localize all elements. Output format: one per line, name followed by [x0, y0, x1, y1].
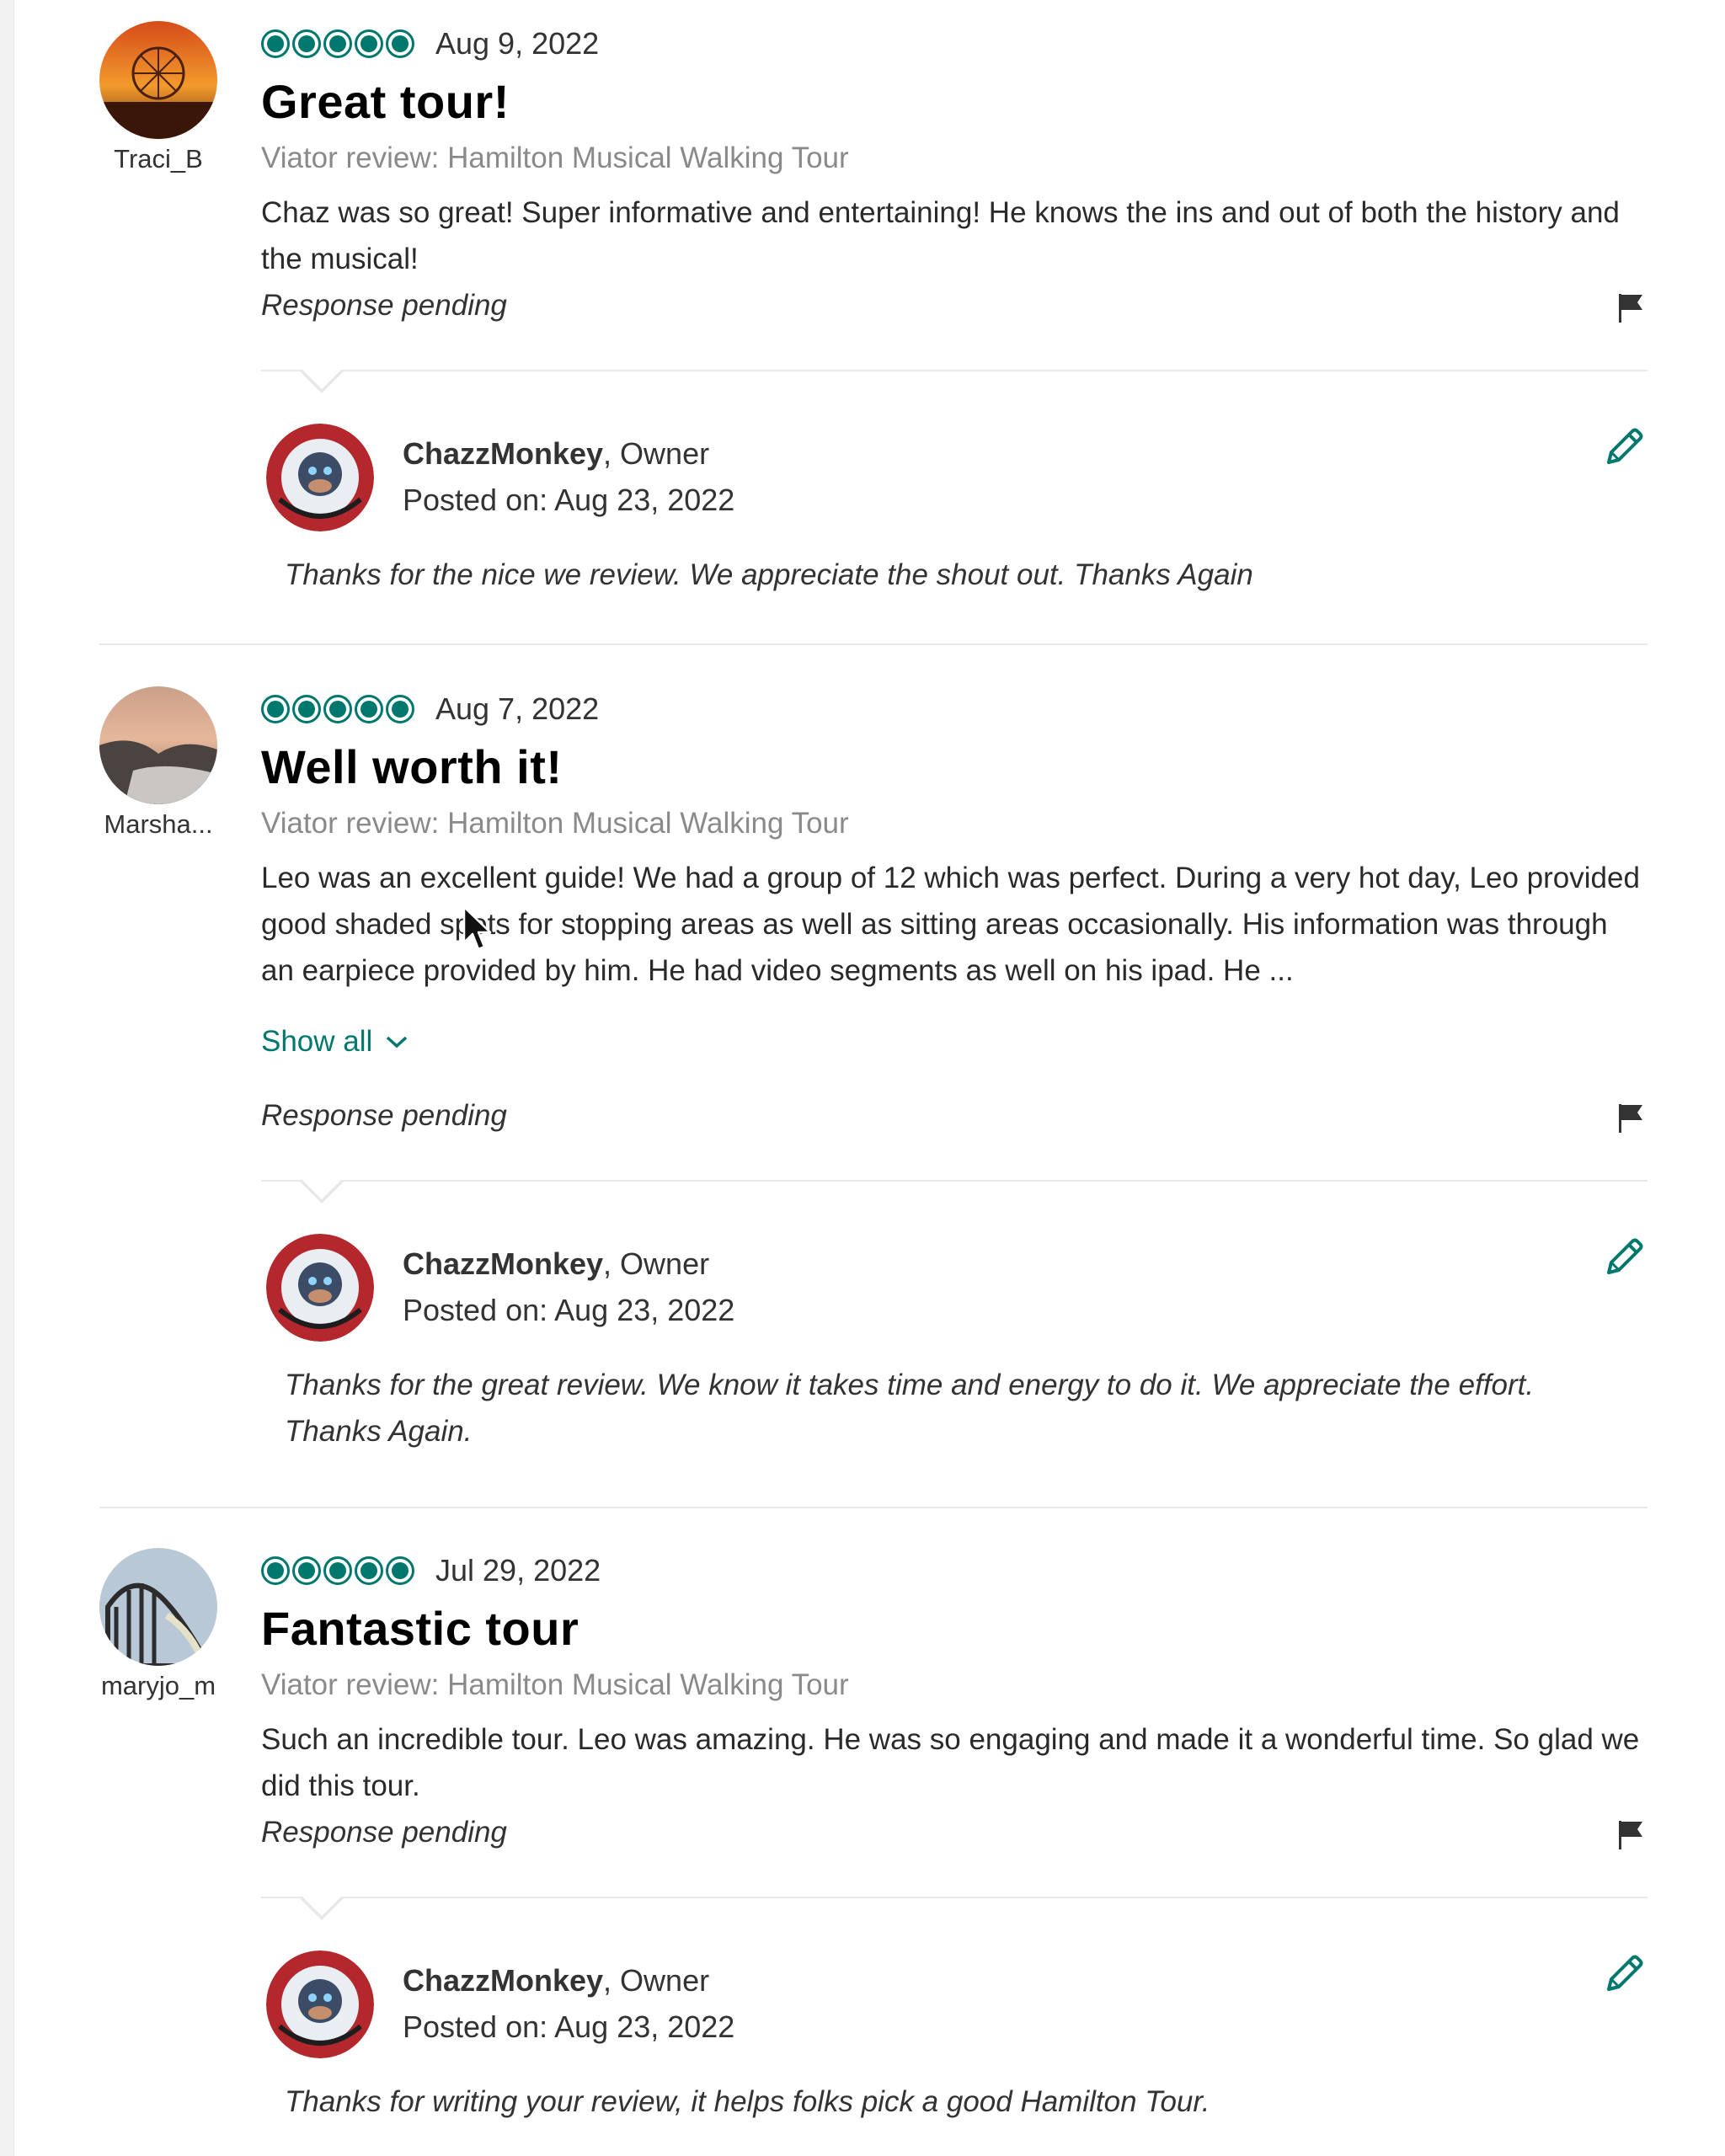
- chevron-down-icon: [387, 1036, 408, 1049]
- posted-date: Aug 23, 2022: [554, 1293, 735, 1327]
- reviewer: Marsha...: [99, 686, 217, 840]
- owner-response-text: Thanks for the great review. We know it …: [285, 1369, 1535, 1448]
- rating-bubble-icon: [386, 695, 414, 723]
- response-status-row: Response pending: [261, 1092, 1648, 1139]
- review-date: Jul 29, 2022: [435, 1553, 601, 1588]
- review-text: Such an incredible tour. Leo was amazing…: [261, 1723, 1640, 1802]
- posted-label: Posted on:: [403, 483, 548, 517]
- owner-avatar: [266, 1951, 374, 2058]
- response-divider: [261, 1895, 1648, 1920]
- rating-bubble-icon: [355, 695, 383, 723]
- posted-date: Aug 23, 2022: [554, 2009, 735, 2044]
- rating-bubble-icon: [386, 1556, 414, 1585]
- review-content: Aug 9, 2022 Great tour! Viator review: H…: [261, 21, 1648, 591]
- rating-bubble-icon: [292, 1556, 321, 1585]
- review-text: Chaz was so great! Super informative and…: [261, 196, 1620, 275]
- show-all-button[interactable]: Show all: [261, 1021, 1648, 1063]
- response-status: Response pending: [261, 1816, 507, 1849]
- mouse-cursor-icon: [462, 905, 492, 951]
- owner-role: , Owner: [603, 1963, 710, 1998]
- show-all-label: Show all: [261, 1025, 373, 1058]
- response-status-row: Response pending: [261, 1809, 1648, 1856]
- rating-bubbles: [261, 29, 414, 58]
- rating-bubble-icon: [355, 29, 383, 58]
- rating-bubble-icon: [323, 695, 352, 723]
- rating-bubble-icon: [261, 695, 290, 723]
- owner-name: ChazzMonkey: [403, 436, 604, 471]
- pencil-edit-icon[interactable]: [1600, 1234, 1648, 1281]
- response-divider: [261, 368, 1648, 393]
- flag-icon[interactable]: [1614, 1817, 1648, 1851]
- reviewer-avatar[interactable]: [99, 21, 217, 139]
- reviewer-name[interactable]: Marsha...: [99, 809, 217, 840]
- flag-icon[interactable]: [1614, 291, 1648, 324]
- rating-bubble-icon: [355, 1556, 383, 1585]
- review-separator: [99, 643, 1648, 645]
- owner-role: , Owner: [603, 436, 710, 471]
- owner-name: ChazzMonkey: [403, 1246, 604, 1281]
- owner-response-text: Thanks for writing your review, it helps…: [285, 2085, 1210, 2118]
- owner-role: , Owner: [603, 1246, 710, 1281]
- review-title: Great tour!: [261, 75, 510, 128]
- review-source: Viator review: Hamilton Musical Walking …: [261, 141, 849, 174]
- rating-bubble-icon: [323, 29, 352, 58]
- review-separator: [99, 1507, 1648, 1508]
- review-source: Viator review: Hamilton Musical Walking …: [261, 807, 849, 840]
- review-content: Jul 29, 2022 Fantastic tour Viator revie…: [261, 1548, 1648, 2118]
- review-content: Aug 7, 2022 Well worth it! Viator review…: [261, 686, 1648, 1448]
- rating-bubbles: [261, 1556, 414, 1585]
- posted-date: Aug 23, 2022: [554, 483, 735, 517]
- owner-response-text: Thanks for the nice we review. We apprec…: [285, 558, 1253, 591]
- response-divider: [261, 1178, 1648, 1203]
- owner-avatar: [266, 1234, 374, 1342]
- reviewer-name[interactable]: maryjo_m: [99, 1671, 217, 1701]
- reviewer: Traci_B: [99, 21, 217, 174]
- response-status: Response pending: [261, 1099, 507, 1132]
- rating-row: Jul 29, 2022: [261, 1548, 1648, 1593]
- reviewer-avatar[interactable]: [99, 1548, 217, 1666]
- review-title: Well worth it!: [261, 740, 563, 793]
- rating-bubbles: [261, 695, 414, 723]
- response-status-row: Response pending: [261, 282, 1648, 329]
- rating-row: Aug 9, 2022: [261, 21, 1648, 67]
- divider-notch: [298, 368, 345, 393]
- review-title: Fantastic tour: [261, 1602, 579, 1655]
- posted-label: Posted on:: [403, 1293, 548, 1327]
- rating-bubble-icon: [261, 29, 290, 58]
- left-scroll-gutter: [0, 0, 14, 2156]
- divider-notch: [298, 1895, 345, 1920]
- pencil-edit-icon[interactable]: [1600, 1951, 1648, 1998]
- pencil-edit-icon[interactable]: [1600, 424, 1648, 471]
- rating-row: Aug 7, 2022: [261, 686, 1648, 732]
- divider-notch: [298, 1178, 345, 1203]
- reviewer-name[interactable]: Traci_B: [99, 144, 217, 174]
- owner-meta: ChazzMonkey, Owner Posted on: Aug 23, 20…: [403, 1957, 734, 2050]
- owner-name: ChazzMonkey: [403, 1963, 604, 1998]
- rating-bubble-icon: [292, 695, 321, 723]
- reviewer: maryjo_m: [99, 1548, 217, 1701]
- rating-bubble-icon: [292, 29, 321, 58]
- review-date: Aug 9, 2022: [435, 26, 600, 61]
- review-date: Aug 7, 2022: [435, 691, 600, 726]
- reviewer-avatar[interactable]: [99, 686, 217, 804]
- flag-icon[interactable]: [1614, 1101, 1648, 1134]
- rating-bubble-icon: [323, 1556, 352, 1585]
- posted-label: Posted on:: [403, 2009, 548, 2044]
- owner-avatar: [266, 424, 374, 531]
- review-source: Viator review: Hamilton Musical Walking …: [261, 1668, 849, 1701]
- owner-meta: ChazzMonkey, Owner Posted on: Aug 23, 20…: [403, 1241, 734, 1333]
- response-status: Response pending: [261, 289, 507, 322]
- owner-meta: ChazzMonkey, Owner Posted on: Aug 23, 20…: [403, 430, 734, 523]
- rating-bubble-icon: [386, 29, 414, 58]
- rating-bubble-icon: [261, 1556, 290, 1585]
